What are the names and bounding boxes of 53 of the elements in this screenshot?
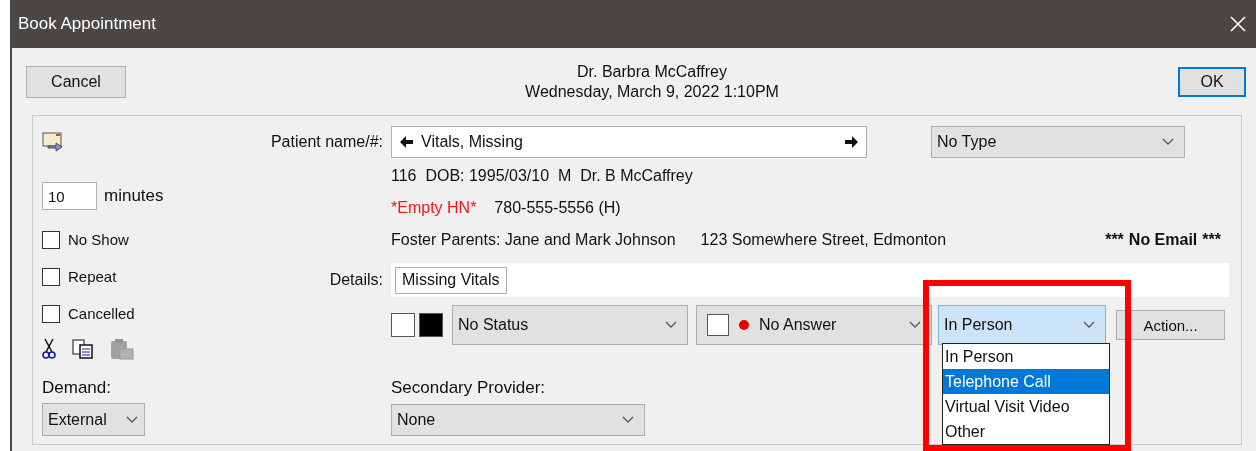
details-field[interactable]: Missing Vitals (395, 266, 507, 294)
patient-address: 123 Somewhere Street, Edmonton (700, 231, 947, 249)
duration-field[interactable]: 10 (42, 182, 97, 210)
visit-type-option[interactable]: Virtual Visit Video (943, 394, 1109, 419)
cancel-button[interactable]: Cancel (26, 65, 126, 98)
appointment-datetime: Wednesday, March 9, 2022 1:10PM (525, 82, 779, 101)
email-stars: *** (1105, 231, 1124, 249)
checkbox-label: No Show (68, 231, 129, 248)
checkbox[interactable] (42, 304, 60, 323)
checkbox-label: Repeat (68, 268, 117, 285)
window-title: Book Appointment (18, 14, 156, 34)
patient-field[interactable]: Vitals, Missing (391, 126, 867, 158)
demand-label: Demand: (42, 378, 111, 398)
details-label: Details: (328, 271, 383, 289)
visit-type-option[interactable]: Other (943, 419, 1109, 444)
health-number-warning: *Empty HN* (391, 199, 477, 217)
status-dot-icon (739, 320, 749, 330)
checkbox-label: Cancelled (68, 305, 135, 322)
email-stars: *** (1202, 231, 1221, 249)
secondary-provider-label: Secondary Provider: (391, 378, 546, 398)
answer-select[interactable]: No Answer (696, 305, 932, 345)
demand-select[interactable]: External (42, 403, 145, 436)
left-arrow-icon[interactable] (400, 136, 413, 148)
patient-phone: 780-555-5556 (H) (494, 199, 621, 217)
chevron-down-icon (1162, 138, 1174, 146)
color-swatch[interactable] (419, 313, 443, 337)
duration-unit: minutes (104, 186, 164, 206)
status-select[interactable]: No Status (452, 305, 688, 345)
chevron-down-icon (622, 416, 634, 424)
close-icon[interactable] (1230, 16, 1246, 32)
patient-info: 116 DOB: 1995/03/10 M Dr. B McCaffrey (391, 167, 693, 185)
chevron-down-icon (909, 321, 921, 329)
action-button[interactable]: Action... (1116, 310, 1225, 340)
patient-label: Patient name/#: (269, 133, 383, 151)
chevron-down-icon (1083, 321, 1095, 329)
right-arrow-icon[interactable] (845, 136, 858, 148)
checkbox[interactable] (42, 267, 60, 286)
guardians-text: Foster Parents: Jane and Mark Johnson (391, 231, 676, 249)
email-notice: No Email (1128, 231, 1198, 249)
visit-type-option[interactable]: Telephone Call (943, 369, 1109, 394)
provider-name: Dr. Barbra McCaffrey (577, 62, 727, 81)
visit-type-option[interactable]: In Person (943, 344, 1109, 369)
color-swatch[interactable] (391, 313, 415, 337)
chevron-down-icon (126, 415, 138, 424)
chevron-down-icon (665, 321, 677, 329)
type-select[interactable]: No Type (931, 126, 1185, 158)
card-arrow-icon[interactable] (42, 132, 64, 152)
copy-icon[interactable] (72, 339, 94, 359)
scissors-icon[interactable] (42, 338, 56, 360)
ok-button[interactable]: OK (1178, 66, 1246, 97)
secondary-provider-select[interactable]: None (391, 404, 645, 436)
visit-type-select[interactable]: In Person (938, 305, 1106, 345)
checkbox[interactable] (42, 230, 60, 249)
